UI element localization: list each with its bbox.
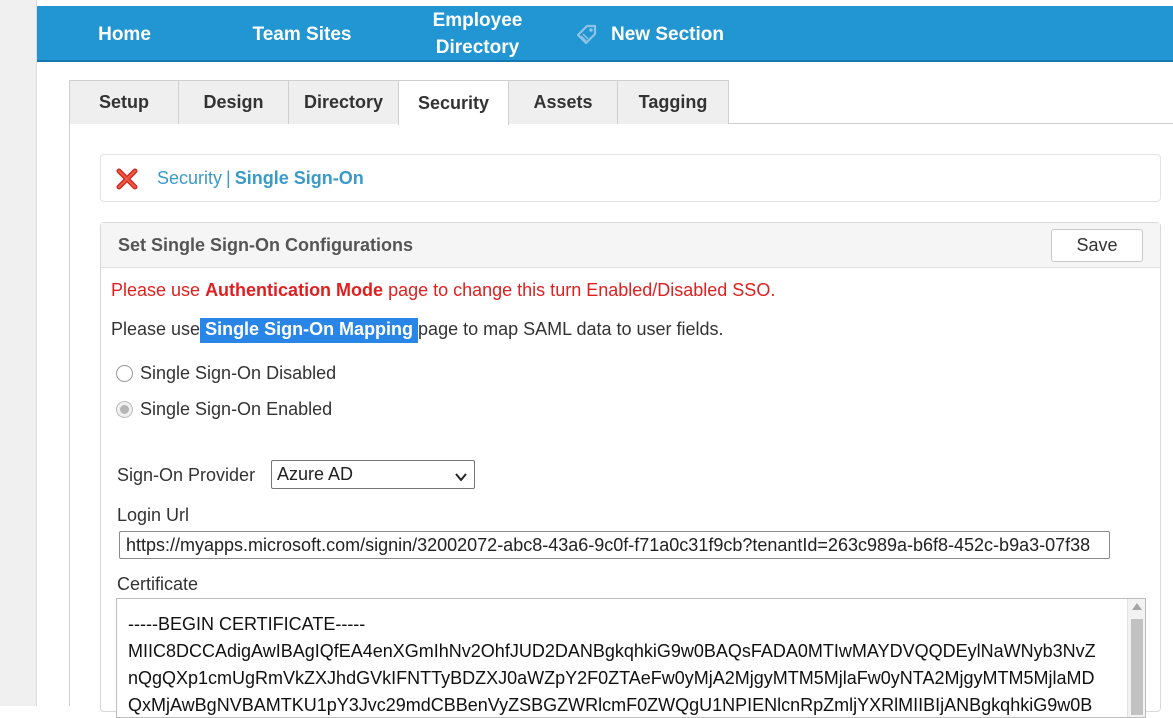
- sso-enabled-option[interactable]: Single Sign-On Enabled: [116, 399, 332, 420]
- nav-employee-directory-label-2: Directory: [435, 37, 520, 58]
- left-gutter: [0, 0, 37, 706]
- settings-tabs: Setup Design Directory Security Assets T…: [69, 80, 1173, 125]
- login-url-label: Login Url: [117, 505, 190, 525]
- tab-design[interactable]: Design: [178, 80, 289, 124]
- certificate-textarea[interactable]: -----BEGIN CERTIFICATE----- MIIC8DCCAdig…: [116, 598, 1146, 718]
- breadcrumb: Security | Single Sign-On: [100, 154, 1161, 202]
- warning-prefix: Please use: [111, 280, 206, 300]
- tab-setup-label: Setup: [98, 92, 149, 112]
- authentication-mode-link[interactable]: Authentication Mode: [205, 280, 383, 300]
- sso-mapping-info: Please use Single Sign-On Mapping page to …: [111, 318, 724, 343]
- sso-enabled-radio[interactable]: [116, 401, 133, 418]
- tag-icon: [575, 22, 599, 46]
- panel-title: Set Single Sign-On Configurations: [118, 235, 413, 255]
- tab-directory-label: Directory: [303, 92, 384, 112]
- sso-disabled-option[interactable]: Single Sign-On Disabled: [116, 363, 336, 384]
- certificate-label: Certificate: [117, 574, 199, 594]
- certificate-text: -----BEGIN CERTIFICATE----- MIIC8DCCAdig…: [128, 611, 1124, 717]
- certificate-line: MIIC8DCCAdigAwIBAgIQfEA4enXGmIhNv2OhfJUD…: [128, 641, 1096, 661]
- warning-suffix: page to change this turn Enabled/Disable…: [383, 280, 776, 300]
- tab-tagging-label: Tagging: [638, 92, 708, 112]
- scrollbar-thumb[interactable]: [1131, 619, 1143, 715]
- tab-assets[interactable]: Assets: [508, 80, 618, 124]
- sso-enabled-label: Single Sign-On Enabled: [140, 399, 333, 419]
- breadcrumb-parent[interactable]: Security: [157, 168, 222, 188]
- certificate-line: QxMjAwBgNVBAMTKU1pY3Jvc29mdCBBenVyZSBGZW…: [128, 695, 1093, 715]
- close-icon[interactable]: [115, 167, 139, 191]
- save-button[interactable]: Save: [1051, 229, 1143, 262]
- certificate-scrollbar[interactable]: [1127, 599, 1145, 717]
- sso-warning-text: Please use Authentication Mode page to c…: [111, 280, 775, 301]
- tab-setup[interactable]: Setup: [69, 80, 179, 124]
- info-suffix: page to map SAML data to user fields.: [418, 319, 724, 339]
- tab-design-label: Design: [203, 92, 264, 112]
- nav-home[interactable]: Home: [77, 6, 172, 62]
- nav-new-section[interactable]: New Section: [575, 6, 745, 62]
- scroll-up-icon[interactable]: [1132, 603, 1142, 610]
- info-prefix: Please use: [111, 319, 201, 339]
- tab-directory[interactable]: Directory: [288, 80, 399, 124]
- login-url-input[interactable]: [119, 531, 1110, 559]
- sign-on-provider-label: Sign-On Provider: [117, 465, 256, 485]
- sso-disabled-label: Single Sign-On Disabled: [140, 363, 337, 383]
- top-navigation: Home Team Sites Employee Directory New S…: [37, 0, 1173, 62]
- sign-on-provider-select[interactable]: Azure AD: [271, 460, 475, 489]
- tab-security[interactable]: Security: [398, 80, 509, 125]
- tab-assets-label: Assets: [533, 92, 593, 112]
- nav-new-section-label: New Section: [611, 23, 724, 45]
- nav-home-label: Home: [98, 23, 151, 45]
- sso-disabled-radio[interactable]: [116, 365, 133, 382]
- sign-on-provider-value: Azure AD: [277, 464, 354, 484]
- chevron-down-icon: [454, 468, 468, 482]
- tab-security-label: Security: [417, 92, 490, 113]
- tab-tagging[interactable]: Tagging: [617, 80, 729, 124]
- certificate-line: -----BEGIN CERTIFICATE-----: [128, 614, 366, 634]
- certificate-line: nQgQXp1cmUgRmVkZXJhdGVkIFNTTyBDZXJ0aWZpY…: [128, 668, 1095, 688]
- sso-mapping-link[interactable]: Single Sign-On Mapping: [200, 318, 419, 343]
- nav-employee-directory[interactable]: Employee Directory: [415, 6, 540, 62]
- nav-team-sites[interactable]: Team Sites: [237, 6, 367, 62]
- nav-team-sites-label: Team Sites: [252, 23, 352, 45]
- breadcrumb-separator: |: [226, 168, 231, 188]
- content-border: [69, 124, 70, 706]
- nav-employee-directory-label-1: Employee: [432, 10, 523, 31]
- breadcrumb-current: Single Sign-On: [234, 168, 364, 188]
- panel-header: Set Single Sign-On Configurations Save: [101, 223, 1160, 268]
